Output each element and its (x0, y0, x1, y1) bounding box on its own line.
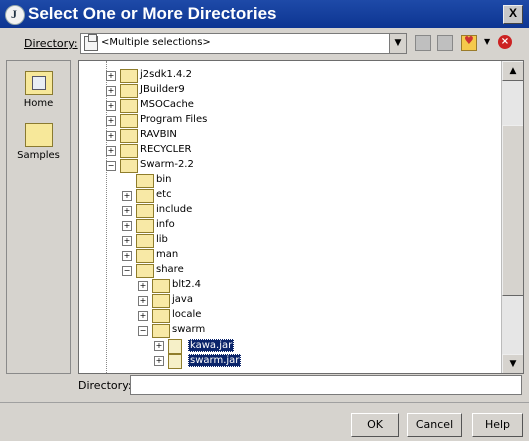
folder-icon (136, 174, 154, 188)
expand-icon[interactable]: + (154, 356, 164, 366)
tree-item-label: RAVBIN (140, 129, 177, 140)
favorites-dropdown-arrow[interactable]: ▼ (484, 37, 490, 46)
java-app-icon (5, 5, 25, 25)
directory-combo-value: <Multiple selections> (101, 37, 211, 48)
collapse-icon[interactable]: − (106, 161, 116, 171)
place-samples[interactable]: Samples (7, 123, 70, 161)
multiple-selection-icon (84, 34, 98, 51)
folder-icon (120, 129, 138, 143)
window-title: Select One or More Directories (28, 4, 277, 23)
tree-item-label: share (156, 264, 184, 275)
expand-icon[interactable]: + (122, 251, 132, 261)
tree-item-label: Swarm-2.2 (140, 159, 194, 170)
favorites-folder-icon[interactable] (461, 34, 477, 51)
title-bar: Select One or More Directories X (0, 0, 529, 28)
directory-label: Directory: (24, 37, 78, 50)
expand-icon[interactable]: + (122, 206, 132, 216)
directory-field-label: Directory: (78, 379, 132, 392)
expand-icon[interactable]: + (138, 281, 148, 291)
expand-icon[interactable]: + (106, 101, 116, 111)
tree-item-label: include (156, 204, 193, 215)
place-home[interactable]: Home (7, 71, 70, 109)
cancel-button[interactable]: Cancel (407, 413, 462, 437)
jar-file-icon (168, 339, 182, 354)
tree-item-label: Program Files (140, 114, 208, 125)
expand-icon[interactable]: + (106, 71, 116, 81)
tree-item-label: bin (156, 174, 172, 185)
folder-icon (120, 84, 138, 98)
expand-icon[interactable]: + (122, 236, 132, 246)
tree-item-label: blt2.4 (172, 279, 201, 290)
scroll-up-button[interactable]: ▲ (502, 61, 523, 81)
folder-icon (120, 114, 138, 128)
folder-icon (136, 234, 154, 248)
new-folder-icon[interactable] (437, 35, 453, 51)
expand-icon[interactable]: + (106, 86, 116, 96)
collapse-icon[interactable]: − (122, 266, 132, 276)
tree-item-label: java (172, 294, 193, 305)
window-close-button[interactable]: X (503, 5, 523, 24)
ok-button[interactable]: OK (351, 413, 399, 437)
jar-file-icon (168, 354, 182, 369)
tree-item-label: lib (156, 234, 168, 245)
directory-combo[interactable]: <Multiple selections> ▼ (80, 33, 407, 54)
expand-icon[interactable]: + (122, 221, 132, 231)
place-samples-label: Samples (17, 150, 60, 161)
help-button[interactable]: Help (472, 413, 523, 437)
expand-icon[interactable]: + (154, 341, 164, 351)
folder-icon (152, 279, 170, 293)
folder-icon (152, 309, 170, 323)
tree-item-label: RECYCLER (140, 144, 192, 155)
tree-item-label: info (156, 219, 175, 230)
place-home-label: Home (23, 98, 54, 109)
expand-icon[interactable]: + (138, 296, 148, 306)
collapse-icon[interactable]: − (138, 326, 148, 336)
folder-icon (120, 99, 138, 113)
tree-item-label: etc (156, 189, 172, 200)
folder-icon (120, 69, 138, 83)
folder-icon (136, 189, 154, 203)
tree-item-label: JBuilder9 (140, 84, 185, 95)
tree-item-label: swarm (172, 324, 206, 335)
delete-icon[interactable]: × (498, 35, 512, 49)
folder-icon (136, 219, 154, 233)
home-folder-icon (24, 71, 53, 95)
up-folder-icon[interactable] (415, 35, 431, 51)
tree-item-label: swarm.jar (188, 354, 242, 367)
folder-icon (120, 159, 138, 173)
folder-icon (152, 294, 170, 308)
directory-input[interactable] (130, 375, 522, 395)
folder-icon (136, 204, 154, 218)
folder-icon (136, 249, 154, 263)
tree-item-label: kawa.jar (188, 339, 235, 352)
tree-item-label: man (156, 249, 179, 260)
places-panel: Home Samples (6, 60, 71, 374)
expand-icon[interactable]: + (106, 131, 116, 141)
directory-label-text: Directory: (24, 37, 78, 50)
tree-item-label: j2sdk1.4.2 (140, 69, 192, 80)
expand-icon[interactable]: + (138, 311, 148, 321)
folder-icon (120, 144, 138, 158)
vertical-scrollbar[interactable]: ▲ ▼ (501, 61, 523, 373)
separator (0, 402, 529, 403)
expand-icon[interactable]: + (122, 191, 132, 201)
tree-item-label: locale (172, 309, 202, 320)
expand-icon[interactable]: + (106, 146, 116, 156)
directory-tree[interactable]: + j2sdk1.4.2 + JBuilder9 + MSOCache + Program F… (78, 60, 524, 374)
folder-icon (24, 123, 53, 147)
tree-item-label: MSOCache (140, 99, 194, 110)
combo-arrow-button[interactable]: ▼ (389, 34, 406, 53)
folder-icon (136, 264, 154, 278)
scroll-down-button[interactable]: ▼ (502, 354, 523, 373)
folder-icon (152, 324, 170, 338)
scroll-thumb[interactable] (502, 125, 523, 296)
expand-icon[interactable]: + (106, 116, 116, 126)
